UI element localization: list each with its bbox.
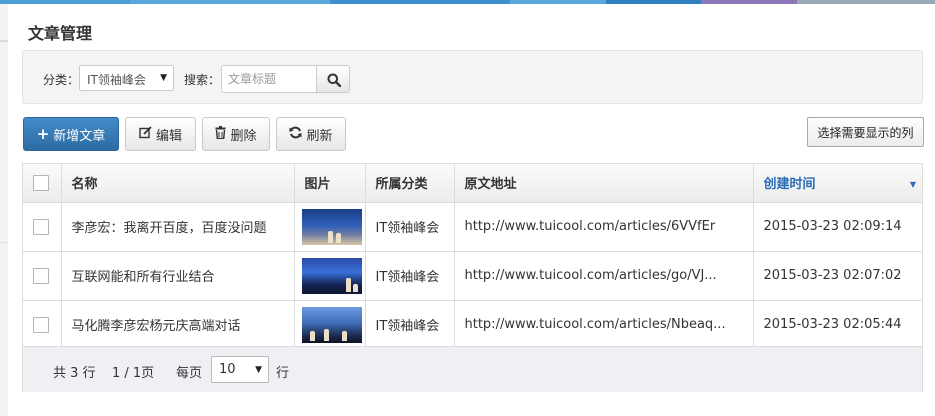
cell-category: IT领袖峰会 <box>365 300 455 350</box>
row-checkbox[interactable] <box>33 316 49 333</box>
page-indicator: 1 / 1页 <box>112 366 155 381</box>
cell-name: 李彦宏：我离开百度，百度没问题 <box>61 202 295 252</box>
cell-created: 2015-03-23 02:09:14 <box>753 202 922 252</box>
page-title: 文章管理 <box>28 24 93 43</box>
cell-image <box>294 251 366 301</box>
select-all-cell <box>23 164 62 203</box>
articles-table: 名称 图片 所属分类 原文地址 创建时间 ▼ 李彦宏：我离开百度，百度没问题 I… <box>22 163 923 392</box>
edit-icon <box>139 126 152 142</box>
cell-category: IT领袖峰会 <box>365 251 455 301</box>
cell-created: 2015-03-23 02:05:44 <box>753 300 922 350</box>
pagination-bar: 共 3 行 1 / 1页 每页 10 ▼ 行 <box>23 346 922 392</box>
row-select-cell <box>23 251 62 301</box>
per-page-value: 10 <box>219 362 236 377</box>
cell-name: 互联网能和所有行业结合 <box>61 251 295 301</box>
refresh-icon <box>289 126 302 142</box>
category-select[interactable]: IT领袖峰会 ▼ <box>79 65 174 91</box>
column-header-url[interactable]: 原文地址 <box>454 164 754 203</box>
row-select-cell <box>23 300 62 350</box>
article-thumbnail[interactable] <box>301 257 362 294</box>
row-select-cell <box>23 202 62 252</box>
search-icon <box>327 73 341 87</box>
sort-desc-icon: ▼ <box>909 180 916 189</box>
keyword-label: 搜索： <box>184 73 221 87</box>
table-row[interactable]: 互联网能和所有行业结合 IT领袖峰会 http://www.tuicool.co… <box>23 251 922 301</box>
per-page-select[interactable]: 10 ▼ <box>211 356 269 383</box>
column-header-image[interactable]: 图片 <box>294 164 366 203</box>
column-header-category[interactable]: 所属分类 <box>365 164 455 203</box>
delete-label: 删除 <box>230 128 257 144</box>
article-thumbnail[interactable] <box>301 306 362 343</box>
article-thumbnail[interactable] <box>301 208 362 245</box>
cell-image <box>294 202 366 252</box>
cell-name: 马化腾李彦宏杨元庆高端对话 <box>61 300 295 350</box>
delete-button[interactable]: 删除 <box>202 117 270 151</box>
row-checkbox[interactable] <box>33 218 49 235</box>
plus-icon: + <box>36 124 50 143</box>
cell-image <box>294 300 366 350</box>
search-button[interactable] <box>316 65 350 93</box>
add-article-button[interactable]: + 新增文章 <box>23 117 119 151</box>
cell-url: http://www.tuicool.com/articles/6VVfEr <box>454 202 754 252</box>
cell-category: IT领袖峰会 <box>365 202 455 252</box>
column-header-created[interactable]: 创建时间 ▼ <box>753 164 922 203</box>
category-label: 分类： <box>43 73 80 87</box>
refresh-label: 刷新 <box>306 128 333 144</box>
select-all-checkbox[interactable] <box>33 174 49 191</box>
main-content: 文章管理 分类： IT领袖峰会 ▼ 搜索： + 新增文章 编辑 删除 <box>8 4 935 416</box>
table-header-row: 名称 图片 所属分类 原文地址 创建时间 ▼ <box>23 164 922 203</box>
trash-icon <box>215 126 226 142</box>
total-rows: 共 3 行 <box>53 366 96 381</box>
caret-down-icon: ▼ <box>160 73 167 83</box>
category-select-value: IT领袖峰会 <box>87 73 146 87</box>
left-sidebar-edge <box>0 4 8 416</box>
table-row[interactable]: 马化腾李彦宏杨元庆高端对话 IT领袖峰会 http://www.tuicool.… <box>23 300 922 350</box>
cell-url: http://www.tuicool.com/articles/go/VJ... <box>454 251 754 301</box>
column-header-created-label: 创建时间 <box>763 177 816 193</box>
table-row[interactable]: 李彦宏：我离开百度，百度没问题 IT领袖峰会 http://www.tuicoo… <box>23 202 922 252</box>
select-columns-button[interactable]: 选择需要显示的列 <box>807 117 924 147</box>
edit-label: 编辑 <box>155 128 182 144</box>
edit-button[interactable]: 编辑 <box>125 117 196 151</box>
add-article-label: 新增文章 <box>53 128 106 144</box>
cell-created: 2015-03-23 02:07:02 <box>753 251 922 301</box>
rows-unit-label: 行 <box>276 366 290 381</box>
column-header-name[interactable]: 名称 <box>61 164 295 203</box>
cell-url: http://www.tuicool.com/articles/Nbeaq... <box>454 300 754 350</box>
per-page-label: 每页 <box>176 366 203 381</box>
row-checkbox[interactable] <box>33 267 49 284</box>
search-input[interactable] <box>221 65 317 93</box>
search-panel: 分类： IT领袖峰会 ▼ 搜索： <box>22 50 923 104</box>
refresh-button[interactable]: 刷新 <box>276 117 346 151</box>
caret-down-icon: ▼ <box>255 365 262 375</box>
